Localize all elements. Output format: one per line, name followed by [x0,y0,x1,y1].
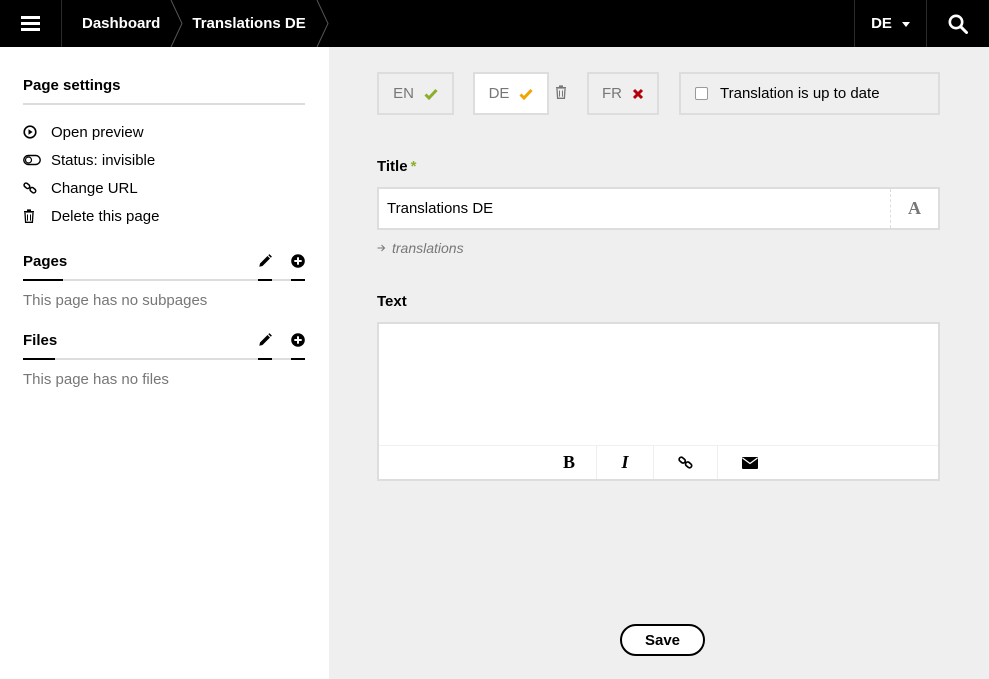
trash-icon [556,85,566,99]
status-label: Status: invisible [51,151,156,169]
title-label-text: Title [377,158,408,175]
translation-uptodate-checkbox[interactable]: Translation is up to date [679,72,940,115]
page-settings-heading: Page settings [23,76,121,94]
page-actions-list: Open preview Status: invisible Change UR… [23,118,305,230]
hamburger-icon [21,16,40,31]
search-icon [948,14,968,34]
breadcrumb-separator-icon [170,0,184,47]
slug-display: translations [377,240,464,256]
pages-section: Pages This page has no subpages [23,251,305,309]
files-section: Files This page has no files [23,330,305,388]
open-preview-label: Open preview [51,123,144,141]
delete-translation-button[interactable] [555,85,569,101]
caret-down-icon [901,22,910,27]
bold-icon: B [562,452,575,472]
italic-button[interactable]: I [597,446,654,479]
plus-circle-icon [291,333,305,347]
title-field: A [377,187,940,230]
language-tab-fr-label: FR [602,85,622,102]
language-tab-fr[interactable]: FR [587,72,659,115]
trash-icon [23,209,51,223]
delete-page-label: Delete this page [51,207,160,225]
delete-page-link[interactable]: Delete this page [23,202,305,230]
pencil-icon [259,333,272,346]
title-field-label: Title * [377,158,416,175]
envelope-icon [742,456,758,469]
open-preview-link[interactable]: Open preview [23,118,305,146]
language-tab-de[interactable]: DE [473,72,549,115]
link-icon [678,456,693,469]
breadcrumb-dashboard[interactable]: Dashboard [62,0,170,47]
language-tab-en[interactable]: EN [377,72,454,115]
breadcrumb: Dashboard Translations DE [62,0,330,47]
change-url-link[interactable]: Change URL [23,174,305,202]
title-input[interactable] [379,189,890,228]
translation-uptodate-label: Translation is up to date [720,85,880,102]
plus-circle-icon [291,254,305,268]
add-file-button[interactable] [291,332,305,348]
page-settings-section: Page settings Open preview Status: invis… [23,75,305,230]
divider [23,358,305,360]
font-style-button[interactable]: A [890,189,938,228]
italic-icon: I [621,452,629,472]
edit-files-button[interactable] [258,332,272,348]
check-icon [424,88,438,100]
text-field: B I [377,322,940,481]
language-tab-en-label: EN [393,85,414,102]
text-input[interactable] [379,324,938,445]
link-icon [23,181,51,195]
files-heading: Files [23,331,58,349]
breadcrumb-separator-icon [316,0,330,47]
breadcrumb-current-page[interactable]: Translations DE [184,0,315,47]
checkbox-icon [695,87,708,100]
files-header: Files [23,330,305,350]
link-button[interactable] [654,446,718,479]
no-files-note: This page has no files [23,371,169,388]
sidebar: Page settings Open preview Status: invis… [0,47,329,679]
divider [23,279,305,281]
no-subpages-note: This page has no subpages [23,292,208,309]
divider [23,103,305,105]
language-tab-de-label: DE [488,85,510,102]
search-button[interactable] [926,0,989,47]
slug-text: translations [392,240,464,256]
required-mark: * [410,158,417,175]
email-button[interactable] [718,446,782,479]
main-content: EN DE FR Translation is up to date Title… [329,47,989,679]
arrow-right-icon [377,244,386,252]
change-url-label: Change URL [51,179,138,197]
files-header-actions [258,332,305,348]
language-dropdown[interactable]: DE [854,0,926,47]
toggle-off-icon [23,154,51,166]
letter-a-icon: A [908,198,921,218]
pages-header-actions [258,253,305,269]
editor-toolbar: B I [379,445,938,479]
language-dropdown-label: DE [871,15,892,32]
play-circle-icon [23,125,51,139]
bold-button[interactable]: B [542,446,597,479]
cross-icon [632,88,644,99]
save-button[interactable]: Save [620,624,705,656]
add-page-button[interactable] [291,253,305,269]
text-field-label: Text [377,293,407,310]
status-toggle-link[interactable]: Status: invisible [23,146,305,174]
pages-heading: Pages [23,252,68,270]
pages-header: Pages [23,251,305,271]
pencil-icon [259,254,272,267]
check-icon [519,88,534,100]
edit-pages-button[interactable] [258,253,272,269]
menu-button[interactable] [0,0,62,47]
topbar: Dashboard Translations DE DE [0,0,989,47]
